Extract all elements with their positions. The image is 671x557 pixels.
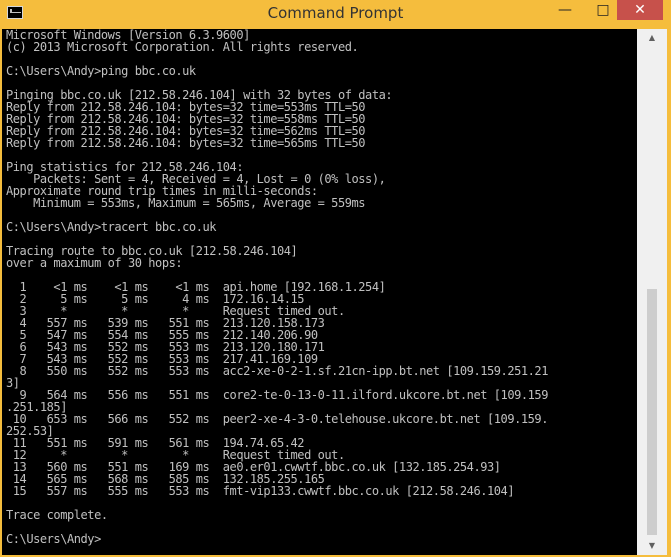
maximize-button[interactable]: □	[590, 0, 616, 20]
console-line: C:\Users\Andy>	[6, 532, 101, 546]
close-button[interactable]: ✕	[617, 0, 663, 20]
console-output[interactable]: Microsoft Windows [Version 6.3.9600] (c) …	[2, 29, 637, 555]
vertical-scrollbar[interactable]: ▲ ▼	[637, 29, 667, 555]
console-line: over a maximum of 30 hops:	[6, 256, 183, 270]
console-line: Trace complete.	[6, 508, 108, 522]
scroll-up-arrow-icon[interactable]: ▲	[645, 31, 659, 45]
scroll-down-arrow-icon[interactable]: ▼	[645, 539, 659, 553]
console-line: (c) 2013 Microsoft Corporation. All righ…	[6, 40, 359, 54]
minimize-button[interactable]: —	[552, 0, 578, 20]
console-line: 10 653 ms 566 ms 552 ms peer2-xe-4-3-0.t…	[6, 412, 549, 426]
command-prompt-window: Command Prompt — □ ✕ Microsoft Windows […	[0, 0, 671, 557]
console-line: 15 557 ms 555 ms 553 ms fmt-vip133.cwwtf…	[6, 484, 515, 498]
console-line: 8 550 ms 552 ms 553 ms acc2-xe-0-2-1.sf.…	[6, 364, 549, 378]
console-line: 9 564 ms 556 ms 551 ms core2-te-0-13-0-1…	[6, 388, 549, 402]
console-line: C:\Users\Andy>ping bbc.co.uk	[6, 64, 196, 78]
console-lines: Microsoft Windows [Version 6.3.9600] (c) …	[6, 29, 548, 545]
console-line: Reply from 212.58.246.104: bytes=32 time…	[6, 136, 366, 150]
scroll-thumb[interactable]	[647, 289, 657, 535]
console-line: Minimum = 553ms, Maximum = 565ms, Averag…	[6, 196, 366, 210]
title-bar[interactable]: Command Prompt — □ ✕	[0, 0, 671, 29]
console-line: C:\Users\Andy>tracert bbc.co.uk	[6, 220, 217, 234]
